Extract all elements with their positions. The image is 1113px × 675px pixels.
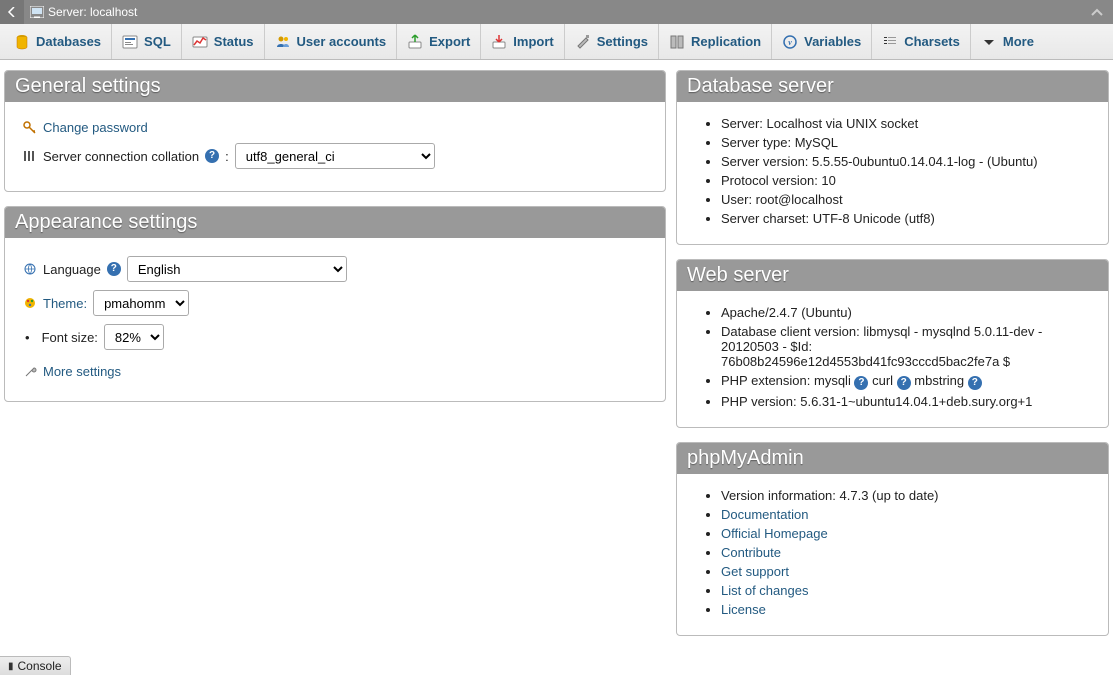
more-icon [981,34,997,50]
more-settings-link[interactable]: More settings [43,364,121,379]
php-ext-value: curl [872,373,893,388]
link-contribute[interactable]: Contribute [721,545,781,560]
back-arrow-icon [7,7,17,17]
settings-icon [575,34,591,50]
tab-settings[interactable]: Settings [565,24,659,59]
link-get-support[interactable]: Get support [721,564,789,579]
tab-label: Import [513,34,553,49]
wrench-icon [23,365,37,379]
tab-more[interactable]: More [971,24,1044,59]
panel-title: phpMyAdmin [677,443,1108,474]
panel-title: Database server [677,71,1108,102]
panel-title: General settings [5,71,665,102]
breadcrumb-bar: Server: localhost [0,0,1113,24]
php-ext-value: mysqli [814,373,851,388]
help-icon[interactable]: ? [205,149,219,163]
tab-label: Status [214,34,254,49]
theme-icon [23,296,37,310]
collation-select[interactable]: utf8_general_ci [235,143,435,169]
info-item: Server: Localhost via UNIX socket [721,116,1090,131]
tab-databases[interactable]: Databases [4,24,112,59]
tab-label: User accounts [297,34,387,49]
tab-variables[interactable]: v Variables [772,24,872,59]
link-license[interactable]: License [721,602,766,617]
collation-icon [23,149,37,163]
panel-database-server: Database server Server: Localhost via UN… [676,70,1109,245]
panel-title: Web server [677,260,1108,291]
link-official-homepage[interactable]: Official Homepage [721,526,828,541]
link-documentation[interactable]: Documentation [721,507,808,522]
info-item: Database client version: libmysql - mysq… [721,324,1090,369]
console-label: Console [18,659,62,673]
link-list-of-changes[interactable]: List of changes [721,583,808,598]
server-icon [30,6,44,18]
theme-label-link[interactable]: Theme: [43,296,87,311]
status-icon [192,34,208,50]
tab-status[interactable]: Status [182,24,265,59]
tab-import[interactable]: Import [481,24,564,59]
language-label: Language [43,262,101,277]
info-item: Protocol version: 10 [721,173,1090,188]
info-item: Apache/2.4.7 (Ubuntu) [721,305,1090,320]
help-icon[interactable]: ? [107,262,121,276]
help-icon[interactable]: ? [854,376,868,390]
replication-icon [669,34,685,50]
chevron-up-icon [1090,5,1104,19]
panel-appearance-settings: Appearance settings Language ? English T… [4,206,666,402]
info-item: Version information: 4.7.3 (up to date) [721,488,1090,503]
panel-phpmyadmin: phpMyAdmin Version information: 4.7.3 (u… [676,442,1109,636]
panel-web-server: Web server Apache/2.4.7 (Ubuntu) Databas… [676,259,1109,428]
panel-title: Appearance settings [5,207,665,238]
tab-label: Charsets [904,34,960,49]
theme-select[interactable]: pmahomme [93,290,189,316]
info-item: Server type: MySQL [721,135,1090,150]
help-icon[interactable]: ? [897,376,911,390]
info-item-php-ext: PHP extension: mysqli ? curl ? mbstring … [721,373,1090,390]
tab-charsets[interactable]: Charsets [872,24,971,59]
language-select[interactable]: English [127,256,347,282]
export-icon [407,34,423,50]
info-item: Server version: 5.5.55-0ubuntu0.14.04.1-… [721,154,1090,169]
info-item: User: root@localhost [721,192,1090,207]
language-icon [23,262,37,276]
console-toggle[interactable]: ▮ Console [0,656,71,675]
tab-label: Export [429,34,470,49]
info-item: Server charset: UTF-8 Unicode (utf8) [721,211,1090,226]
import-icon [491,34,507,50]
tab-sql[interactable]: SQL [112,24,182,59]
info-item: PHP version: 5.6.31-1~ubuntu14.04.1+deb.… [721,394,1090,409]
panel-general-settings: General settings Change password Server … [4,70,666,192]
users-icon [275,34,291,50]
key-icon [23,121,37,135]
console-icon: ▮ [8,661,14,672]
font-size-select[interactable]: 82% [104,324,164,350]
tab-label: Settings [597,34,648,49]
tab-replication[interactable]: Replication [659,24,772,59]
tab-export[interactable]: Export [397,24,481,59]
php-ext-value: mbstring [914,373,964,388]
tab-user-accounts[interactable]: User accounts [265,24,398,59]
change-password-link[interactable]: Change password [43,120,148,135]
breadcrumb-server-link[interactable]: Server: localhost [48,5,137,19]
tab-label: More [1003,34,1034,49]
tab-label: SQL [144,34,171,49]
svg-text:v: v [788,38,792,47]
variables-icon: v [782,34,798,50]
font-size-label: Font size: [42,330,98,345]
tab-label: Databases [36,34,101,49]
charsets-icon [882,34,898,50]
databases-icon [14,34,30,50]
phpmyadmin-info-list: Version information: 4.7.3 (up to date) … [695,488,1090,617]
php-ext-label: PHP extension: [721,373,810,388]
tab-label: Replication [691,34,761,49]
tab-label: Variables [804,34,861,49]
main-menubar: Databases SQL Status User accounts Expor… [0,24,1113,60]
collapse-topbar-button[interactable] [1085,0,1109,24]
back-button[interactable] [0,0,24,24]
help-icon[interactable]: ? [968,376,982,390]
sql-icon [122,34,138,50]
collation-label: Server connection collation [43,149,199,164]
web-server-info-list: Apache/2.4.7 (Ubuntu) Database client ve… [695,305,1090,409]
database-server-info-list: Server: Localhost via UNIX socket Server… [695,116,1090,226]
